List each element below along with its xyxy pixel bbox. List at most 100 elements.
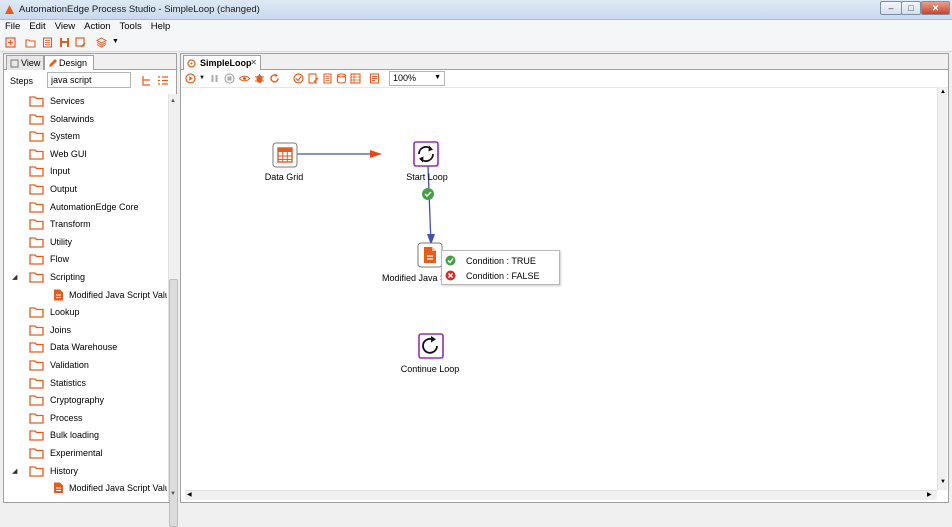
canvas-horizontal-scrollbar[interactable]: ◀ ▶ [185, 490, 937, 500]
notes-icon[interactable] [369, 73, 380, 84]
debug-icon[interactable] [254, 73, 265, 84]
tree-category-item[interactable]: Output [4, 181, 167, 198]
collapse-tree-icon[interactable] [141, 75, 152, 86]
tree-category-item[interactable]: Lookup [4, 304, 167, 321]
tree-category-item[interactable]: Services [4, 93, 167, 110]
close-button[interactable]: ✕ [921, 1, 950, 15]
canvas-scroll-right-icon[interactable]: ▶ [927, 491, 932, 498]
node-data-grid[interactable] [272, 142, 298, 168]
tree-category-item[interactable]: Utility [4, 234, 167, 251]
layers-icon[interactable] [96, 37, 107, 48]
tree-category-item[interactable]: Bulk loading [4, 427, 167, 444]
explore-repository-icon[interactable] [42, 37, 53, 48]
script-file-icon [54, 482, 63, 493]
run-dropdown-icon[interactable]: ▼ [199, 75, 205, 81]
tree-category-item[interactable]: Statistics [4, 375, 167, 392]
menu-condition-true[interactable]: Condition : TRUE [445, 254, 558, 268]
replay-icon[interactable] [269, 73, 280, 84]
tree-item-label: Process [50, 412, 83, 423]
tree-item-label: Experimental [50, 448, 103, 458]
folder-icon [29, 448, 44, 459]
expand-arrow-icon[interactable]: ◢ [12, 467, 17, 475]
preview-icon[interactable] [239, 73, 250, 84]
tree-item-label: Data Warehouse [50, 342, 118, 353]
save-as-icon[interactable] [75, 37, 86, 48]
main-toolbar: ▼ [0, 34, 952, 52]
layers-dropdown-icon[interactable]: ▼ [112, 38, 119, 45]
menu-view[interactable]: View [50, 20, 79, 32]
tree-scrollbar[interactable]: ▲ ▼ [168, 94, 178, 527]
steps-search-input[interactable] [47, 72, 131, 88]
tree-item-label: Bulk loading [50, 430, 100, 441]
canvas-scroll-up-icon[interactable]: ▲ [940, 89, 946, 95]
zoom-select[interactable]: 100% ▼ [389, 71, 445, 86]
impact-icon[interactable] [308, 73, 319, 84]
tab-simpleloop[interactable]: SimpleLoop ✕ [183, 55, 261, 70]
scroll-down-icon[interactable]: ▼ [170, 491, 176, 497]
minimize-button[interactable]: – [880, 1, 902, 15]
tree-category-item[interactable]: AutomationEdge Core [4, 199, 167, 216]
new-file-icon[interactable] [5, 37, 16, 48]
canvas-vertical-scrollbar[interactable]: ▲ ▼ [937, 87, 947, 490]
tree-step-item[interactable]: Modified Java Script Value [4, 480, 167, 493]
tab-view[interactable]: View [6, 55, 44, 70]
expand-tree-icon[interactable] [157, 75, 169, 86]
menu-tools[interactable]: Tools [115, 20, 146, 32]
tree-step-item[interactable]: Modified Java Script Value [4, 287, 167, 304]
folder-icon [29, 272, 44, 283]
stop-icon[interactable] [224, 73, 235, 84]
folder-icon [29, 166, 44, 178]
tree-category-item[interactable]: ◢ Scripting [4, 269, 167, 286]
folder-icon [29, 395, 44, 406]
results-icon[interactable] [350, 73, 361, 84]
tree-category-item[interactable]: Web GUI [4, 146, 167, 163]
menu-help[interactable]: Help [146, 20, 175, 32]
verify-icon[interactable] [293, 73, 304, 84]
node-start-loop[interactable] [413, 141, 439, 167]
canvas-toolbar: ▼ 100% ▼ [181, 70, 948, 88]
maximize-button[interactable]: □ [901, 1, 921, 15]
tree-scroll-thumb[interactable] [169, 279, 178, 527]
tree-category-item[interactable]: Experimental [4, 445, 167, 462]
pause-icon[interactable] [209, 73, 220, 84]
tree-item-label: Transform [50, 219, 91, 230]
tree-category-item[interactable]: Input [4, 163, 167, 180]
menu-condition-false[interactable]: Condition : FALSE [445, 269, 558, 283]
hop-arrow-icon [370, 150, 382, 158]
save-icon[interactable] [59, 37, 70, 48]
run-icon[interactable] [185, 73, 196, 84]
tab-design[interactable]: Design [44, 55, 94, 70]
tree-category-item[interactable]: Solarwinds [4, 111, 167, 128]
folder-icon [29, 254, 44, 266]
canvas-scroll-left-icon[interactable]: ◀ [187, 491, 192, 498]
tree-item-label: Modified Java Script Value [69, 483, 167, 493]
title-bar: AutomationEdge Process Studio - SimpleLo… [0, 0, 952, 20]
tree-category-item[interactable]: Transform [4, 216, 167, 233]
canvas-scroll-down-icon[interactable]: ▼ [940, 479, 946, 485]
process-canvas[interactable] [185, 87, 937, 489]
tree-category-item[interactable]: Process [4, 410, 167, 427]
editor-tabs: SimpleLoop ✕ [181, 54, 948, 70]
close-tab-icon[interactable]: ✕ [250, 58, 257, 67]
menu-edit[interactable]: Edit [24, 20, 49, 32]
open-folder-icon[interactable] [25, 37, 36, 48]
scroll-up-icon[interactable]: ▲ [170, 98, 176, 104]
hop-condition-success-icon[interactable] [422, 188, 434, 200]
node-modified-java-label: Modified Java S [382, 273, 447, 283]
tree-category-item[interactable]: Validation [4, 357, 167, 374]
expand-arrow-icon[interactable]: ◢ [12, 273, 17, 281]
menu-action[interactable]: Action [79, 20, 114, 32]
tree-category-item[interactable]: ◢ History [4, 463, 167, 480]
sql-icon[interactable] [322, 73, 333, 84]
tree-category-item[interactable]: System [4, 128, 167, 145]
explore-db-icon[interactable] [336, 73, 347, 84]
tree-category-item[interactable]: Cryptography [4, 392, 167, 409]
node-modified-java-script[interactable] [417, 242, 443, 268]
tree-category-item[interactable]: Flow [4, 251, 167, 268]
tree-category-item[interactable]: Data Warehouse [4, 339, 167, 356]
tree-category-item[interactable]: Joins [4, 322, 167, 339]
steps-tree: Services Solarwinds System Web GUI Input Outp… [4, 93, 167, 493]
menu-bar: File Edit View Action Tools Help [0, 20, 952, 34]
node-continue-loop[interactable] [418, 333, 444, 359]
menu-file[interactable]: File [0, 20, 24, 32]
